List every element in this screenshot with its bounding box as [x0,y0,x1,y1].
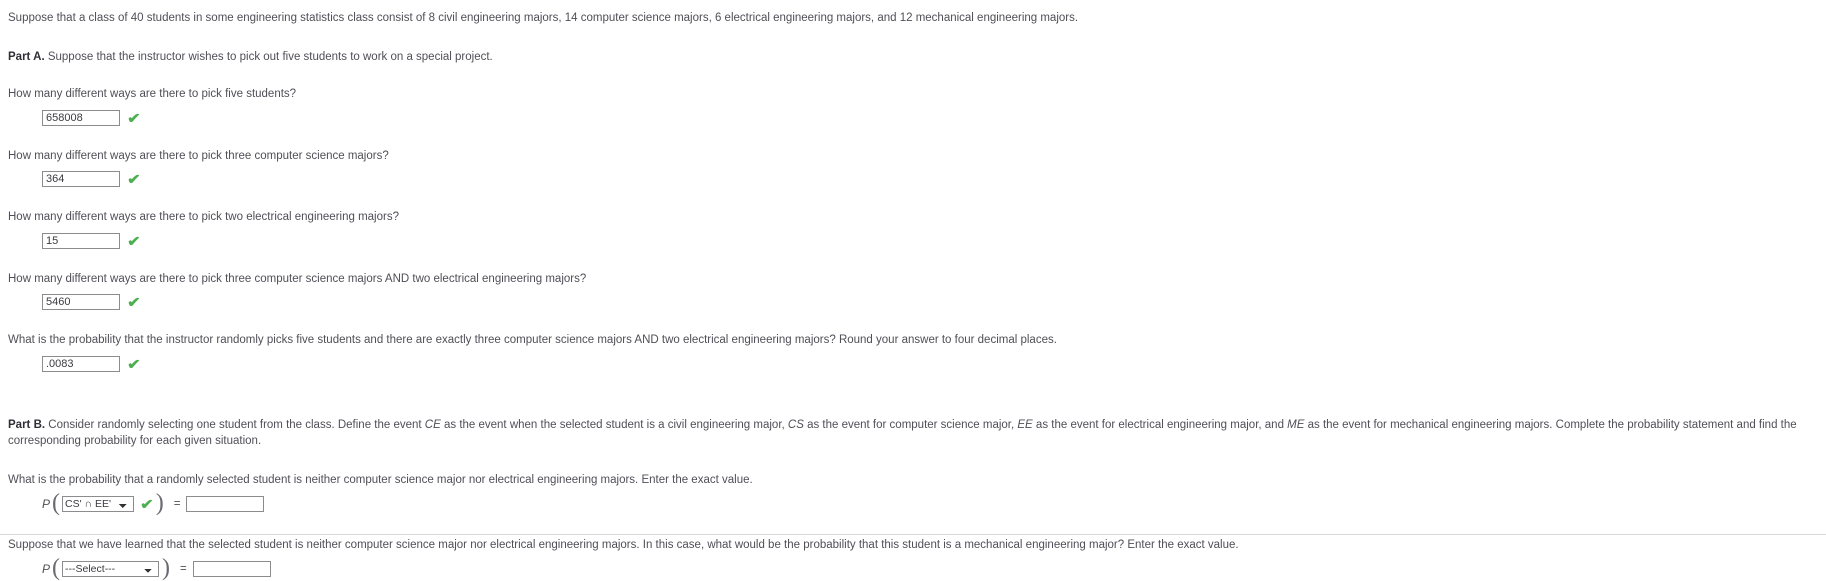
question-5-text: What is the probability that the instruc… [8,334,1057,347]
part-b-label: Part B. [8,418,46,431]
part-a-heading: Part A. Suppose that the instructor wish… [8,49,1826,66]
part-b-question-2-text: Suppose that we have learned that the se… [8,539,1239,552]
correct-check-icon: ✔ [127,109,141,126]
probability-input-1[interactable] [186,496,265,513]
answer-input-1[interactable] [42,109,120,126]
correct-check-icon: ✔ [140,495,154,512]
probability-row-2: P ( ---Select--- ) = [42,556,1826,580]
event-ee-symbol: EE [1017,418,1033,431]
question-4-text: How many different ways are there to pic… [8,272,587,285]
probability-input-2[interactable] [192,561,271,578]
p-notation-label: P [42,562,51,577]
part-a-label: Part A. [8,50,45,63]
correct-check-icon: ✔ [127,171,141,188]
question-1-text: How many different ways are there to pic… [8,88,297,101]
part-b-section: Part B. Consider randomly selecting one … [8,417,1826,580]
problem-intro-text: Suppose that a class of 40 students in s… [8,12,1079,24]
event-me-symbol: ME [1287,418,1305,431]
part-b-text-1: Consider randomly selecting one student … [48,418,425,431]
correct-check-icon: ✔ [127,355,141,372]
answer-row-2: ✔ [42,170,1826,188]
event-cs-symbol: CS [787,418,804,431]
answer-input-5[interactable] [42,355,120,372]
answer-input-3[interactable] [42,232,120,249]
event-ce-symbol: CE [424,418,441,431]
part-b-heading: Part B. Consider randomly selecting one … [8,417,1818,450]
event-select-1[interactable]: CS' ∩ EE' [62,496,135,513]
part-b-text-4: as the event for electrical engineering … [1032,418,1288,431]
p-notation-label: P [42,497,51,512]
event-select-2[interactable]: ---Select--- [62,561,160,578]
answer-row-4: ✔ [42,293,1826,311]
part-b-text-3: as the event for computer science major, [803,418,1018,431]
part-b-text-2: as the event when the selected student i… [440,418,788,431]
answer-input-2[interactable] [42,171,120,188]
part-a-intro-text: Suppose that the instructor wishes to pi… [47,50,493,63]
answer-row-3: ✔ [42,232,1826,250]
equals-sign: = [173,498,181,511]
correct-check-icon: ✔ [127,294,141,311]
answer-row-5: ✔ [42,355,1826,373]
equals-sign: = [180,563,187,576]
question-2-text: How many different ways are there to pic… [8,149,389,162]
part-b-question-1-text: What is the probability that a randomly … [8,474,753,487]
probability-row-1: P ( CS' ∩ EE' ✔ ) = [42,491,1826,515]
answer-row-1: ✔ [42,109,1826,127]
correct-check-icon: ✔ [127,232,141,249]
question-3-text: How many different ways are there to pic… [8,211,399,224]
worksheet-page: Suppose that a class of 40 students in s… [0,0,1826,580]
answer-input-4[interactable] [42,294,120,311]
